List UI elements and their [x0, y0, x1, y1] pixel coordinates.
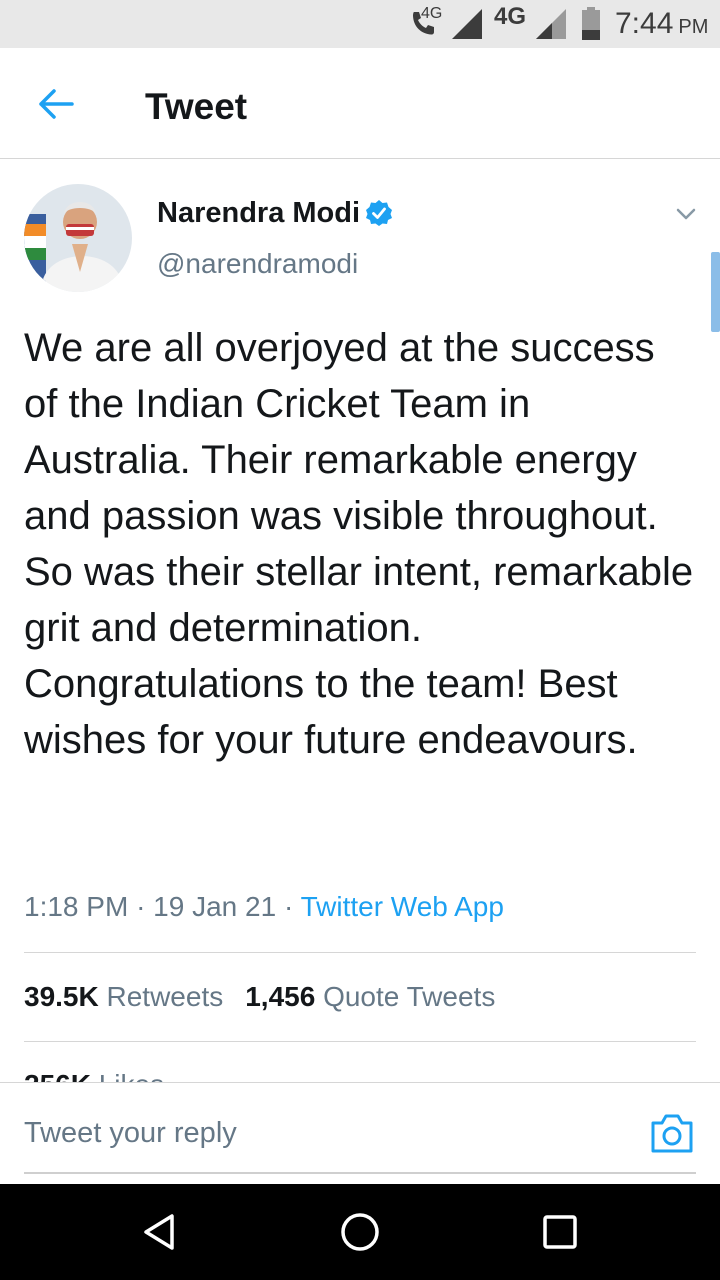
- signal-strength-icon: [450, 0, 484, 48]
- battery-icon: [580, 0, 602, 48]
- system-navigation-bar: [0, 1184, 720, 1280]
- quote-tweets-stat[interactable]: 1,456 Quote Tweets: [245, 981, 495, 1012]
- nav-recents-button[interactable]: [530, 1202, 590, 1262]
- reply-input[interactable]: Tweet your reply: [24, 1117, 237, 1150]
- meta-separator: ·: [283, 891, 294, 922]
- clock-time: 7:44: [615, 7, 674, 40]
- likes-stat[interactable]: 256K Likes: [24, 1062, 164, 1082]
- divider: [24, 1041, 696, 1042]
- reply-underline: [24, 1172, 696, 1174]
- back-button[interactable]: [24, 72, 88, 136]
- retweets-stat[interactable]: 39.5K Retweets: [24, 981, 223, 1012]
- status-bar: 4G 4G 7:44 PM: [0, 0, 720, 48]
- page-title: Tweet: [145, 86, 248, 127]
- tweet-stats: 39.5K Retweets 1,456 Quote Tweets: [24, 981, 495, 1013]
- nav-back-icon: [144, 1214, 174, 1250]
- app-header: Tweet: [0, 48, 720, 159]
- retweets-label: Retweets: [106, 981, 224, 1012]
- quote-tweets-count: 1,456: [245, 981, 316, 1012]
- quote-tweets-label: Quote Tweets: [323, 981, 496, 1012]
- camera-icon: [651, 1114, 693, 1153]
- scrollbar[interactable]: [711, 252, 720, 332]
- nav-home-icon: [341, 1213, 379, 1251]
- author-handle[interactable]: @narendramodi: [157, 248, 358, 280]
- avatar[interactable]: [24, 184, 132, 292]
- clock: 7:44 PM: [615, 0, 708, 48]
- tweet-text: We are all overjoyed at the success of t…: [24, 326, 694, 762]
- signal-strength-2-icon: [534, 0, 568, 48]
- reply-bar: Tweet your reply: [0, 1082, 720, 1185]
- likes-label: Likes: [99, 1069, 164, 1082]
- retweets-count: 39.5K: [24, 981, 99, 1012]
- clock-ampm: PM: [678, 15, 709, 38]
- chevron-down-icon: [676, 208, 696, 220]
- nav-back-button[interactable]: [130, 1202, 190, 1262]
- tweet-date: 19 Jan 21: [153, 891, 277, 922]
- verified-badge-icon: [365, 199, 393, 227]
- avatar-image: [24, 184, 132, 292]
- nav-recents-icon: [543, 1215, 577, 1249]
- author-name[interactable]: Narendra Modi: [157, 197, 360, 230]
- tweet-meta: 1:18 PM · 19 Jan 21 · Twitter Web App: [24, 891, 504, 923]
- divider: [24, 952, 696, 953]
- meta-separator: ·: [136, 891, 146, 922]
- nav-home-button[interactable]: [330, 1202, 390, 1262]
- net2-label: 4G: [494, 3, 527, 30]
- net1-label: 4G: [421, 5, 443, 22]
- back-arrow-icon: [39, 89, 74, 119]
- camera-button[interactable]: [648, 1109, 696, 1157]
- tweet-time: 1:18 PM: [24, 891, 129, 922]
- tweet-menu-button[interactable]: [668, 200, 704, 228]
- tweet-source-link[interactable]: Twitter Web App: [301, 891, 504, 922]
- likes-count: 256K: [24, 1069, 91, 1082]
